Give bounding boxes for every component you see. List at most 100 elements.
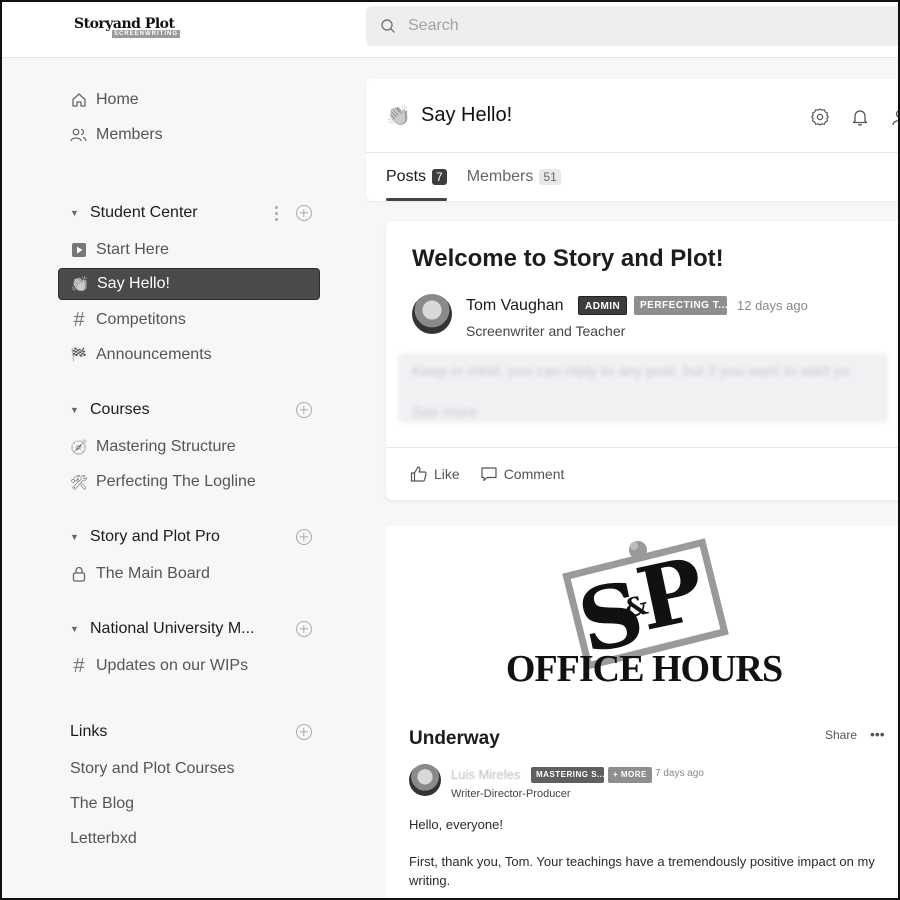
search-input[interactable] xyxy=(408,17,808,35)
sidebar-item-home[interactable]: Home xyxy=(58,84,320,116)
tab-count-badge: 51 xyxy=(539,169,561,185)
office-hours-caption: OFFICE HOURS xyxy=(506,648,782,690)
tab-label: Posts xyxy=(386,168,427,185)
sidebar-item-perfecting-the-logline[interactable]: 🛠 Perfecting The Logline xyxy=(58,466,320,498)
tab-label: Members xyxy=(466,168,534,185)
sidebar-item-label: Competitons xyxy=(96,311,186,328)
search-icon xyxy=(381,19,395,33)
sidebar-item-label: Updates on our WIPs xyxy=(96,657,249,674)
add-circle-icon[interactable] xyxy=(296,529,312,545)
add-circle-icon[interactable] xyxy=(296,402,312,418)
search-bar[interactable] xyxy=(366,6,900,46)
sidebar-item-start-here[interactable]: Start Here xyxy=(58,234,320,266)
section-label: Story and Plot Pro xyxy=(90,528,220,545)
link-letterbxd[interactable]: Letterbxd xyxy=(70,830,137,848)
post-body-paragraph: Hello, everyone! xyxy=(409,817,503,832)
post-body-paragraph: First, thank you, Tom. Your teachings ha… xyxy=(409,854,875,888)
compass-icon: 🧭 xyxy=(70,438,88,455)
see-more-link[interactable]: See more xyxy=(412,404,874,421)
lock-icon xyxy=(70,565,88,583)
sidebar-item-updates-on-our-wips[interactable]: # Updates on our WIPs xyxy=(58,650,320,682)
sidebar-item-label: Perfecting The Logline xyxy=(96,473,256,490)
post-actions: Like Comment xyxy=(386,447,900,500)
sidebar-item-the-main-board[interactable]: The Main Board xyxy=(58,558,320,590)
section-label: National University M... xyxy=(90,620,255,637)
channel-title-bar: 👏 Say Hello! xyxy=(366,79,900,153)
office-hours-image[interactable]: S & P OFFICE HOURS xyxy=(386,526,900,716)
more-options-icon[interactable]: ••• xyxy=(870,726,885,742)
avatar[interactable] xyxy=(409,764,441,796)
comment-button[interactable]: Comment xyxy=(480,465,565,483)
more-badges-button[interactable]: + MORE xyxy=(608,767,652,783)
sidebar-item-label: Members xyxy=(96,126,163,143)
add-circle-icon[interactable] xyxy=(296,724,312,740)
sidebar-item-label: Announcements xyxy=(96,346,212,363)
section-national-university[interactable]: ▼ National University M... xyxy=(58,615,320,643)
author-bio: Writer-Director-Producer xyxy=(451,788,571,800)
bell-icon[interactable] xyxy=(850,107,870,127)
member-icon[interactable] xyxy=(890,107,900,127)
post-timestamp: 7 days ago xyxy=(655,768,704,779)
section-story-and-plot-pro[interactable]: ▼ Story and Plot Pro xyxy=(58,523,320,551)
post-timestamp: 12 days ago xyxy=(737,298,808,313)
underway-post: Underway Share ••• Luis Mireles MASTERIN… xyxy=(388,716,900,900)
sidebar-item-label: Mastering Structure xyxy=(96,438,236,455)
caret-down-icon[interactable]: ▼ xyxy=(70,208,80,218)
tab-posts[interactable]: Posts 7 xyxy=(386,153,447,201)
office-hours-graphic: S & P OFFICE HOURS xyxy=(506,538,783,690)
pinned-post-card: Welcome to Story and Plot! Tom Vaughan A… xyxy=(386,221,900,500)
brand-logo[interactable]: Storyand Plot SCREENWRITING xyxy=(74,16,186,40)
thumbs-up-icon xyxy=(410,466,427,482)
add-circle-icon[interactable] xyxy=(296,205,312,221)
channel-header: 👏 Say Hello! Posts 7 Members 51 xyxy=(366,79,900,201)
sidebar-item-say-hello[interactable]: 👏 Say Hello! xyxy=(58,268,320,300)
post-title[interactable]: Underway xyxy=(409,728,500,750)
hash-icon: # xyxy=(73,654,85,677)
link-story-and-plot-courses[interactable]: Story and Plot Courses xyxy=(70,760,235,778)
share-button[interactable]: Share xyxy=(825,728,857,742)
comment-icon xyxy=(481,467,497,482)
clapping-hands-icon: 👏 xyxy=(386,105,411,127)
channel-title: Say Hello! xyxy=(421,104,513,126)
kebab-menu-icon[interactable] xyxy=(270,204,282,222)
section-label: Links xyxy=(70,723,108,740)
caret-down-icon[interactable]: ▼ xyxy=(70,405,80,415)
home-icon xyxy=(70,91,88,109)
channel-tabs: Posts 7 Members 51 xyxy=(386,153,581,201)
flags-icon: 🏁 xyxy=(70,347,88,362)
sidebar-item-label: Say Hello! xyxy=(97,275,170,292)
hash-icon: # xyxy=(73,308,85,331)
caret-down-icon[interactable]: ▼ xyxy=(70,532,80,542)
author-name[interactable]: Tom Vaughan xyxy=(466,297,564,315)
sidebar-item-label: Start Here xyxy=(96,241,169,258)
caret-down-icon[interactable]: ▼ xyxy=(70,624,80,634)
section-label: Student Center xyxy=(90,204,198,221)
sidebar-item-members[interactable]: Members xyxy=(58,119,320,151)
sidebar-item-announcements[interactable]: 🏁 Announcements xyxy=(58,339,320,371)
course-badge: MASTERING S... xyxy=(531,767,604,783)
sidebar: Home Members ▼ Student Center Start Here… xyxy=(0,58,340,900)
post-title[interactable]: Welcome to Story and Plot! xyxy=(412,245,724,273)
section-student-center[interactable]: ▼ Student Center xyxy=(58,199,320,227)
sidebar-item-label: Home xyxy=(96,91,139,108)
avatar[interactable] xyxy=(412,294,452,334)
sidebar-item-label: The Main Board xyxy=(96,565,210,582)
like-label: Like xyxy=(434,466,460,482)
author-bio: Screenwriter and Teacher xyxy=(466,323,626,339)
link-the-blog[interactable]: The Blog xyxy=(70,795,134,813)
tab-members[interactable]: Members 51 xyxy=(467,153,561,201)
author-name[interactable]: Luis Mireles xyxy=(451,767,520,782)
tab-count-badge: 7 xyxy=(432,169,447,185)
section-label: Courses xyxy=(90,401,150,418)
sidebar-item-mastering-structure[interactable]: 🧭 Mastering Structure xyxy=(58,431,320,463)
admin-badge: ADMIN xyxy=(578,296,628,315)
comment-label: Comment xyxy=(503,466,565,482)
like-button[interactable]: Like xyxy=(410,465,460,483)
post-body-preview: Keep in mind, you can reply to any post,… xyxy=(398,353,888,423)
sidebar-item-competitons[interactable]: # Competitons xyxy=(58,304,320,336)
gear-icon[interactable] xyxy=(810,107,830,127)
post-body-text: Keep in mind, you can reply to any post,… xyxy=(412,363,850,380)
section-courses[interactable]: ▼ Courses xyxy=(58,396,320,424)
add-circle-icon[interactable] xyxy=(296,621,312,637)
section-links: Links xyxy=(58,718,320,746)
